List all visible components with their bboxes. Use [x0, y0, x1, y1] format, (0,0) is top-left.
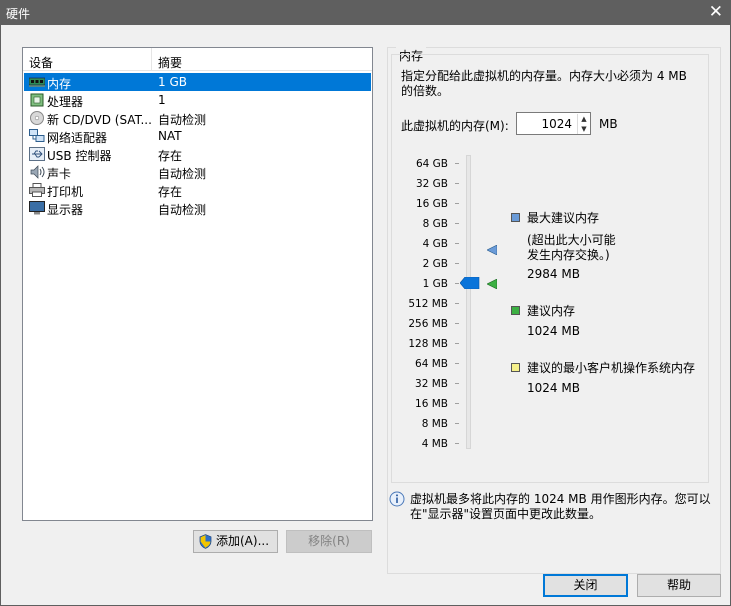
recommended-title: 建议内存: [527, 304, 576, 318]
scale-label: 16 MB: [415, 398, 448, 410]
memory-spinbox[interactable]: ▲ ▼: [516, 112, 591, 135]
scale-tick-marks: [455, 163, 459, 447]
graphics-memory-info: 虚拟机最多将此内存的 1024 MB 用作图形内存。您可以在"显示器"设置页面中…: [410, 492, 711, 521]
memory-field-label: 此虚拟机的内存(M):: [401, 119, 509, 133]
device-row-network-adapter[interactable]: 网络适配器 NAT: [24, 127, 371, 145]
max-recommended-title: 最大建议内存: [527, 211, 600, 225]
scale-label: 128 MB: [408, 338, 448, 350]
scale-label: 32 GB: [415, 178, 448, 190]
display-icon: [29, 201, 45, 215]
remove-device-button[interactable]: 移除(R): [286, 530, 372, 553]
info-icon: [389, 491, 405, 507]
scale-label: 256 MB: [408, 318, 448, 330]
scale-label: 8 MB: [421, 418, 448, 430]
max-recommended-value: 2984 MB: [527, 267, 580, 281]
device-name: 新 CD/DVD (SAT...: [47, 113, 152, 127]
device-row-cd-dvd[interactable]: 新 CD/DVD (SAT... 自动检测: [24, 109, 371, 127]
scale-label: 64 GB: [415, 158, 448, 170]
min-guest-os-legend-icon: [511, 363, 520, 372]
device-summary: 自动检测: [158, 203, 207, 217]
close-window-button[interactable]: ✕: [709, 1, 723, 23]
column-separator[interactable]: [151, 48, 152, 71]
memory-unit: MB: [599, 117, 618, 131]
device-summary: 自动检测: [158, 113, 207, 127]
memory-slider-thumb[interactable]: [460, 277, 480, 289]
memory-description: 指定分配给此虚拟机的内存量。内存大小必须为 4 MB 的倍数。: [401, 69, 687, 98]
sound-card-icon: [30, 165, 45, 179]
memory-input[interactable]: [518, 114, 574, 133]
device-summary: 1: [158, 93, 166, 107]
usb-icon: [29, 147, 45, 161]
increment-arrow-icon[interactable]: ▲: [577, 114, 590, 124]
device-row-usb-controller[interactable]: USB 控制器 存在: [24, 145, 371, 163]
scale-label: 4 MB: [421, 438, 448, 450]
column-header-device[interactable]: 设备: [29, 54, 53, 71]
close-button[interactable]: 关闭: [543, 574, 628, 597]
device-name: 显示器: [47, 203, 84, 217]
device-list-header: 设备 摘要: [23, 48, 372, 71]
memory-slider-track[interactable]: [466, 155, 471, 449]
device-summary: NAT: [158, 129, 182, 143]
scale-label: 8 GB: [422, 218, 448, 230]
max-recommended-legend-icon: [511, 213, 520, 222]
scale-label: 16 GB: [415, 198, 448, 210]
printer-icon: [29, 183, 45, 197]
scale-label: 32 MB: [415, 378, 448, 390]
scale-label: 1 GB: [422, 278, 448, 290]
shield-icon: [199, 534, 212, 549]
device-name: 声卡: [47, 167, 72, 181]
device-summary: 1 GB: [158, 75, 187, 89]
network-adapter-icon: [29, 129, 45, 142]
cd-dvd-icon: [30, 111, 44, 125]
device-summary: 存在: [158, 185, 183, 199]
scale-label: 2 GB: [422, 258, 448, 270]
title-bar: 硬件 ✕: [0, 0, 731, 25]
min-guest-os-title: 建议的最小客户机操作系统内存: [527, 361, 696, 375]
device-name: 打印机: [47, 185, 84, 199]
device-row-display[interactable]: 显示器 自动检测: [24, 199, 371, 217]
device-summary: 存在: [158, 149, 183, 163]
add-device-button[interactable]: 添加(A)...: [193, 530, 278, 553]
min-guest-os-value: 1024 MB: [527, 381, 580, 395]
scale-label: 512 MB: [408, 298, 448, 310]
device-list[interactable]: 设备 摘要 内存 1 GB 处理器 1 新 CD/DVD (SAT... 自动检…: [22, 47, 373, 521]
max-recommended-note-line1: (超出此大小可能: [527, 233, 616, 247]
recommended-legend-icon: [511, 306, 520, 315]
device-row-memory[interactable]: 内存 1 GB: [24, 73, 371, 91]
device-row-processor[interactable]: 处理器 1: [24, 91, 371, 109]
max-recommended-note-line2: 发生内存交换。): [527, 248, 610, 262]
scale-label: 4 GB: [422, 238, 448, 250]
window-title: 硬件: [6, 7, 31, 21]
processor-icon: [30, 93, 44, 107]
recommended-marker-icon: [487, 279, 497, 289]
add-button-label: 添加(A)...: [216, 534, 270, 548]
device-name: 网络适配器: [47, 131, 108, 145]
device-row-printer[interactable]: 打印机 存在: [24, 181, 371, 199]
decrement-arrow-icon[interactable]: ▼: [577, 124, 590, 134]
help-button[interactable]: 帮助: [637, 574, 721, 597]
column-header-summary[interactable]: 摘要: [158, 54, 182, 71]
scale-label: 64 MB: [415, 358, 448, 370]
recommended-value: 1024 MB: [527, 324, 580, 338]
device-name: USB 控制器: [47, 149, 112, 163]
memory-icon: [29, 77, 45, 87]
device-name: 内存: [47, 77, 72, 91]
max-recommended-marker-icon: [487, 245, 497, 255]
device-name: 处理器: [47, 95, 84, 109]
device-summary: 自动检测: [158, 167, 207, 181]
device-row-sound-card[interactable]: 声卡 自动检测: [24, 163, 371, 181]
